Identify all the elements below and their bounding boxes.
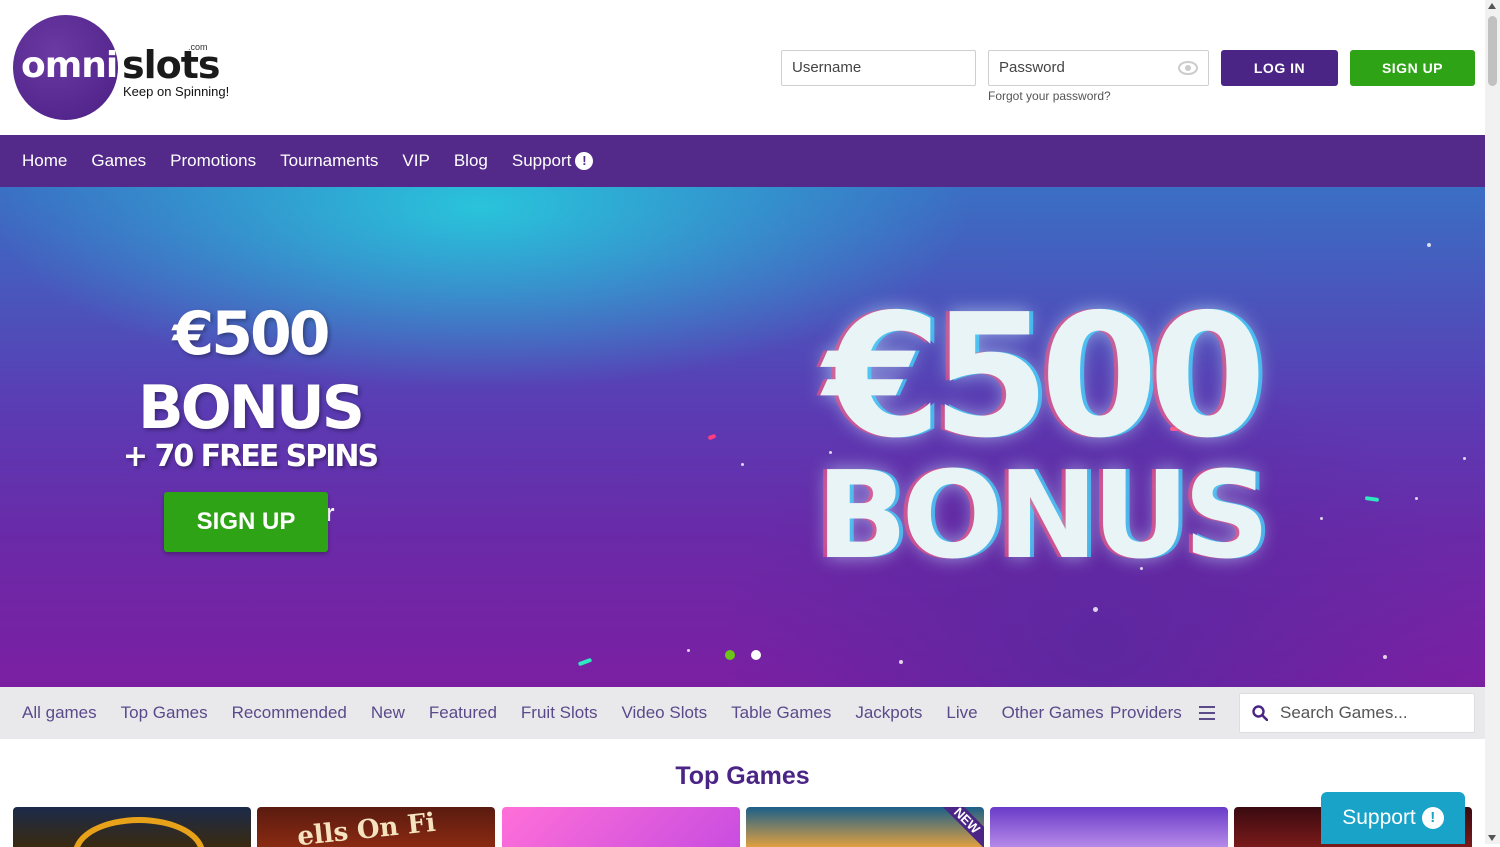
- login-button[interactable]: LOG IN: [1221, 50, 1338, 86]
- nav-home[interactable]: Home: [22, 151, 67, 171]
- providers-dropdown[interactable]: Providers: [1110, 687, 1182, 739]
- scroll-up-arrow-icon[interactable]: [1488, 3, 1496, 9]
- alert-icon: !: [1421, 807, 1444, 829]
- logo-omni-text: omni: [21, 45, 118, 86]
- top-games-title: Top Games: [675, 762, 810, 790]
- category-fruit-slots[interactable]: Fruit Slots: [521, 703, 598, 723]
- nav-support[interactable]: Support !: [512, 151, 594, 171]
- confetti: [707, 433, 717, 441]
- password-input[interactable]: Password: [988, 50, 1209, 86]
- logo-tagline: Keep on Spinning!: [123, 84, 230, 99]
- category-new[interactable]: New: [371, 703, 405, 723]
- signup-button[interactable]: SIGN UP: [1350, 50, 1475, 86]
- game-thumbnail-5[interactable]: [990, 807, 1228, 847]
- sparkle: [1383, 655, 1387, 659]
- category-top-games[interactable]: Top Games: [121, 703, 208, 723]
- carousel-dot-1[interactable]: [725, 650, 735, 660]
- new-badge: NEW: [936, 807, 984, 847]
- hero-banner[interactable]: €500 BONUS + 70 FREE SPINS Welcome Offer…: [0, 187, 1485, 687]
- category-recommended[interactable]: Recommended: [232, 703, 347, 723]
- scroll-down-arrow-icon[interactable]: [1488, 835, 1496, 841]
- menu-icon[interactable]: [1199, 706, 1215, 720]
- sparkle: [899, 660, 903, 664]
- sparkle: [687, 649, 690, 652]
- eye-icon[interactable]: [1178, 61, 1198, 75]
- sparkle: [1320, 517, 1323, 520]
- nav-promotions[interactable]: Promotions: [170, 151, 256, 171]
- category-live[interactable]: Live: [946, 703, 977, 723]
- hero-signup-button[interactable]: SIGN UP: [164, 492, 328, 552]
- category-all-games[interactable]: All games: [22, 703, 97, 723]
- confetti: [1364, 496, 1380, 502]
- page-scrollbar[interactable]: [1485, 0, 1500, 844]
- username-input[interactable]: Username: [781, 50, 976, 86]
- category-other-games[interactable]: Other Games: [1002, 703, 1104, 723]
- support-chat-button[interactable]: Support !: [1321, 792, 1465, 844]
- category-table-games[interactable]: Table Games: [731, 703, 831, 723]
- hero-big-word: BONUS: [816, 447, 1270, 586]
- sparkle: [741, 463, 744, 466]
- sparkle: [1093, 607, 1098, 612]
- nav-support-label: Support: [511, 151, 572, 170]
- nav-games[interactable]: Games: [91, 151, 146, 171]
- hero-big-bonus-art: €500 BONUS: [790, 278, 1290, 586]
- nav-tournaments[interactable]: Tournaments: [280, 151, 378, 171]
- hero-big-amount: €500: [823, 278, 1266, 476]
- category-bar: All games Top Games Recommended New Feat…: [0, 687, 1485, 739]
- confetti: [577, 657, 593, 667]
- main-nav: Home Games Promotions Tournaments VIP Bl…: [0, 135, 1485, 187]
- game-2-title: ells On Fi: [295, 807, 438, 847]
- search-placeholder: Search Games...: [1280, 703, 1408, 722]
- category-jackpots[interactable]: Jackpots: [855, 703, 922, 723]
- logo[interactable]: omni slots .com Keep on Spinning!: [13, 15, 253, 121]
- password-placeholder: Password: [999, 59, 1065, 76]
- alert-icon: !: [575, 152, 594, 170]
- nav-blog[interactable]: Blog: [454, 151, 488, 171]
- carousel-dot-2[interactable]: [751, 650, 761, 660]
- username-placeholder: Username: [792, 59, 862, 76]
- sparkle: [1415, 497, 1418, 500]
- game-thumbnail-3[interactable]: [502, 807, 740, 847]
- search-icon: [1252, 705, 1268, 721]
- category-featured[interactable]: Featured: [429, 703, 497, 723]
- hero-subline: + 70 FREE SPINS: [122, 439, 379, 474]
- hero-headline: €500 BONUS: [138, 299, 365, 443]
- game-thumbnail-1[interactable]: [13, 807, 251, 847]
- category-video-slots[interactable]: Video Slots: [621, 703, 707, 723]
- forgot-password-link[interactable]: Forgot your password?: [988, 89, 1111, 103]
- game-thumbnail-2[interactable]: ells On Fi: [257, 807, 495, 847]
- search-games-input[interactable]: Search Games...: [1239, 693, 1475, 733]
- game-thumbnail-4[interactable]: NEW: [746, 807, 984, 847]
- sparkle: [1427, 243, 1431, 247]
- logo-domain-suffix: .com: [188, 42, 208, 52]
- site-header: omni slots .com Keep on Spinning! Userna…: [0, 0, 1485, 135]
- scroll-thumb[interactable]: [1488, 16, 1497, 86]
- nav-vip[interactable]: VIP: [402, 151, 429, 171]
- sparkle: [1463, 457, 1466, 460]
- support-chat-label: Support: [1342, 806, 1416, 829]
